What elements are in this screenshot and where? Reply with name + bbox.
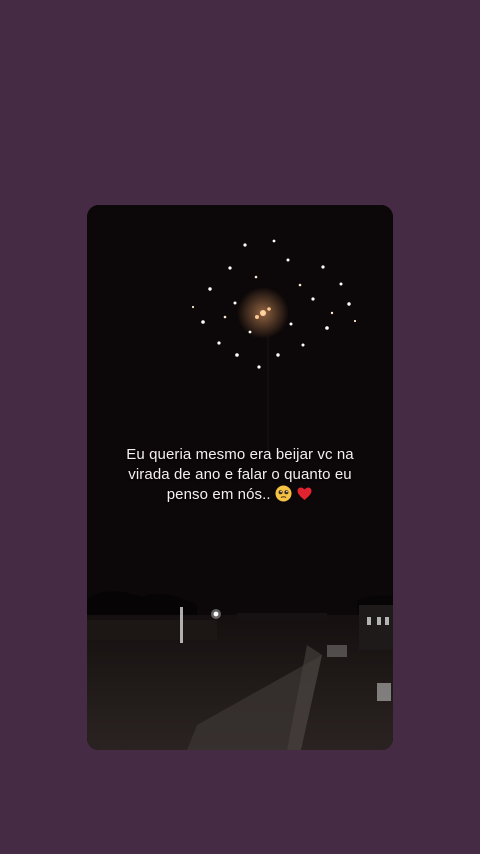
red-heart-emoji-icon [297,487,312,500]
pleading-face-emoji-icon [275,485,292,502]
story-caption: Eu queria mesmo era beijar vc na virada … [87,445,393,505]
caption-line-3: penso em nós.. [87,485,393,505]
caption-line-1: Eu queria mesmo era beijar vc na [126,446,354,463]
caption-line-2: virada de ano e falar o quanto eu [128,466,352,483]
story-card[interactable]: Eu queria mesmo era beijar vc na virada … [87,205,393,750]
caption-line-3-text: penso em nós.. [166,486,271,503]
